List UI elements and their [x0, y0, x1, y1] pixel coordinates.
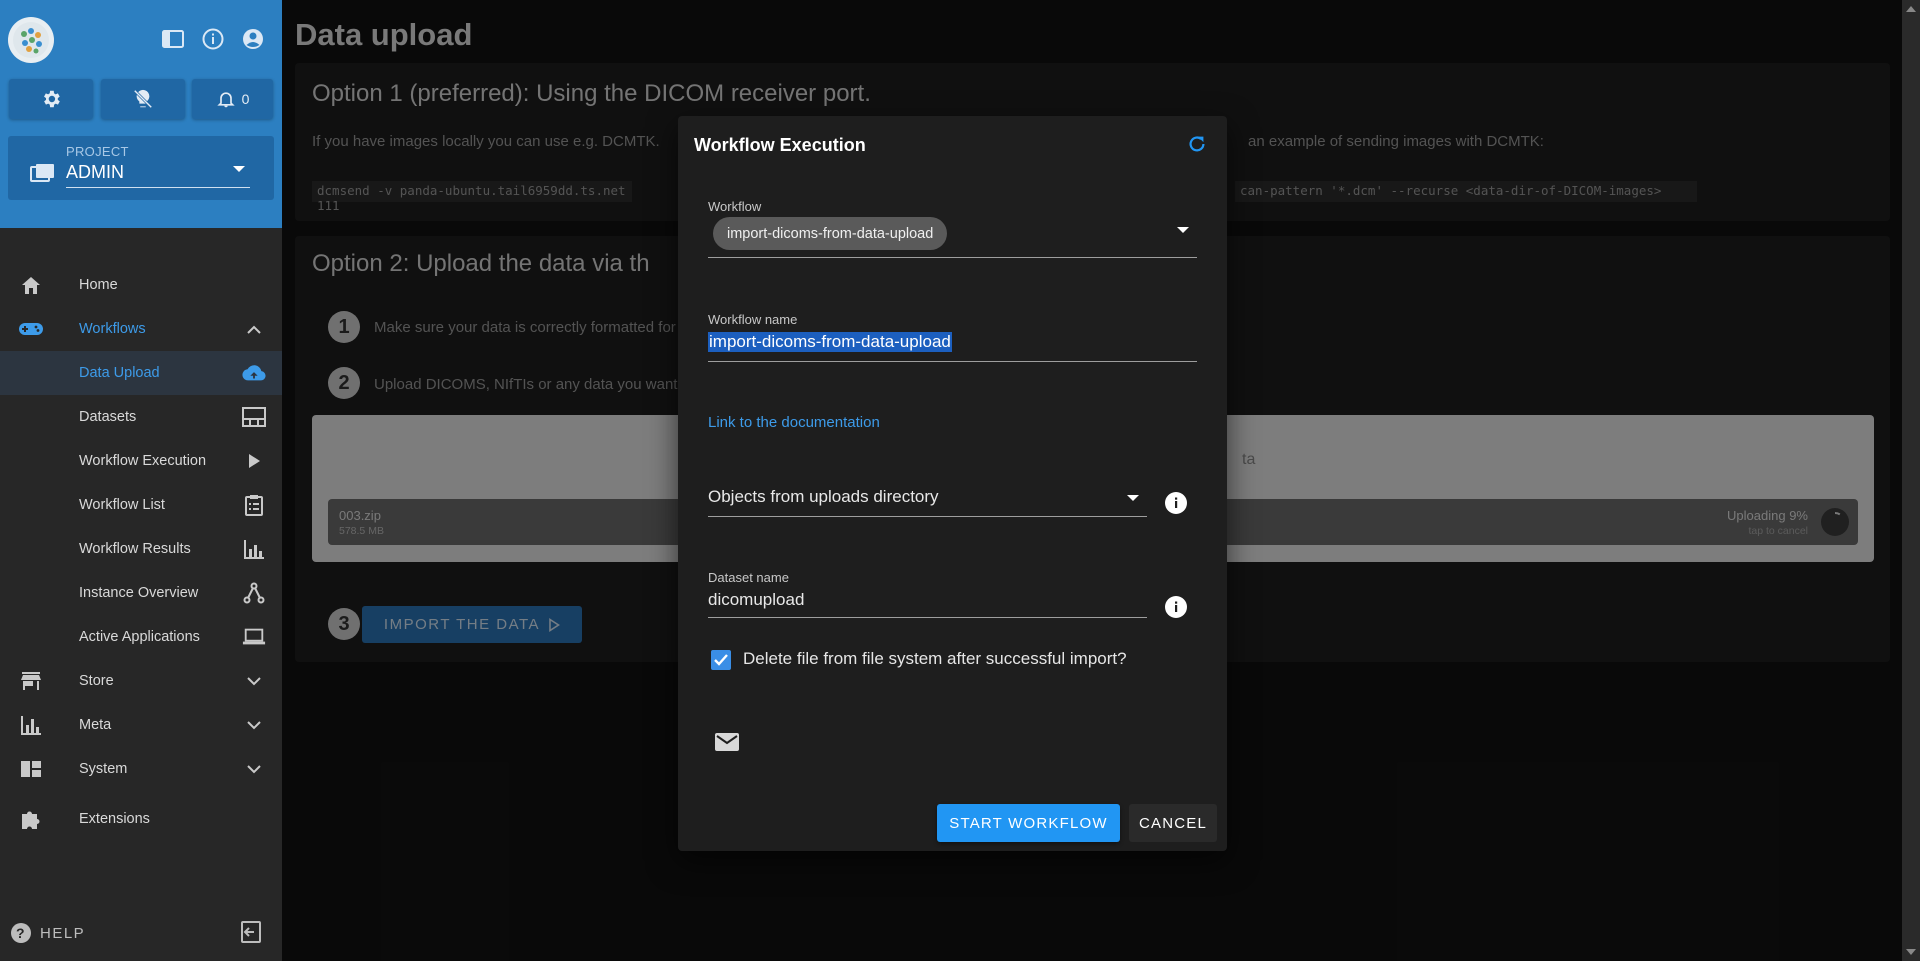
info-icon[interactable]: [1164, 595, 1188, 619]
checkmark-icon: [714, 654, 728, 666]
laptop-icon: [242, 626, 266, 648]
workflow-name-input[interactable]: import-dicoms-from-data-upload: [708, 332, 952, 352]
dialog-title: Workflow Execution: [694, 135, 866, 155]
chevron-up-icon: [242, 318, 266, 340]
app-logo[interactable]: [8, 17, 54, 63]
sidebar-item-extensions[interactable]: Extensions: [0, 797, 282, 841]
account-icon[interactable]: [240, 26, 266, 52]
workflow-name-label: Workflow name: [708, 312, 798, 327]
info-icon[interactable]: [1164, 491, 1188, 515]
sidebar-item-home[interactable]: Home: [0, 263, 282, 307]
sidebar-item-label: Workflows: [79, 321, 146, 337]
chevron-down-icon: [242, 714, 266, 736]
settings-button[interactable]: [9, 79, 93, 119]
scroll-up-arrow[interactable]: [1906, 6, 1916, 12]
workflow-select-underline: [708, 257, 1197, 258]
help-icon: ?: [11, 923, 31, 943]
sidebar-item-label: Instance Overview: [79, 585, 199, 601]
sidebar-item-label: System: [79, 761, 128, 777]
start-workflow-button[interactable]: START WORKFLOW: [937, 804, 1120, 842]
sidebar-item-label: Datasets: [79, 409, 137, 425]
sidebar-item-label: Active Applications: [79, 629, 200, 645]
refresh-icon[interactable]: [1186, 133, 1208, 160]
workflow-label: Workflow: [708, 199, 762, 214]
sidebar-nav: Home Workflows Data Upload Datasets Work…: [0, 263, 282, 841]
bell-icon: [216, 92, 235, 108]
cloud-upload-icon: [242, 362, 266, 384]
bar-chart-icon: [18, 714, 44, 736]
documentation-link[interactable]: Link to the documentation: [708, 414, 880, 431]
sidebar: 0 PROJECT ADMIN Home Workflows Data Uplo…: [0, 0, 282, 961]
delete-file-checkbox[interactable]: [711, 650, 731, 670]
chevron-down-icon: [233, 166, 245, 172]
sidebar-item-active-applications[interactable]: Active Applications: [0, 615, 282, 659]
sidebar-item-label: Store: [79, 673, 114, 689]
project-value: ADMIN: [66, 162, 124, 182]
scroll-down-arrow[interactable]: [1906, 949, 1916, 955]
chevron-down-icon[interactable]: [1177, 227, 1189, 233]
home-icon: [18, 274, 44, 296]
sidebar-item-label: Data Upload: [79, 365, 160, 381]
theme-toggle-button[interactable]: [101, 79, 185, 119]
sidebar-item-label: Workflow Results: [79, 541, 191, 557]
project-underline: [66, 187, 250, 188]
project-selector[interactable]: PROJECT ADMIN: [8, 136, 274, 200]
clipboard-list-icon: [242, 494, 266, 516]
help-label: HELP: [40, 924, 86, 942]
sidebar-item-meta[interactable]: Meta: [0, 703, 282, 747]
cancel-button[interactable]: CANCEL: [1129, 804, 1217, 842]
sidebar-item-label: Workflow Execution: [79, 453, 207, 469]
store-icon: [18, 670, 44, 692]
objects-select-underline: [708, 516, 1147, 517]
dataset-name-input[interactable]: dicomupload: [708, 590, 804, 610]
gamepad-icon: [18, 318, 44, 340]
notifications-button[interactable]: 0: [192, 79, 273, 119]
sidebar-item-datasets[interactable]: Datasets: [0, 395, 282, 439]
scrollbar[interactable]: [1902, 0, 1920, 961]
info-icon[interactable]: [200, 26, 226, 52]
email-icon[interactable]: [715, 733, 739, 756]
sidebar-item-store[interactable]: Store: [0, 659, 282, 703]
gear-icon: [44, 90, 60, 108]
workflow-name-underline: [708, 361, 1197, 362]
objects-select[interactable]: Objects from uploads directory: [708, 487, 939, 507]
sidebar-item-label: Workflow List: [79, 497, 165, 513]
lightbulb-off-icon: [133, 89, 153, 109]
chevron-down-icon: [242, 670, 266, 692]
bar-chart-icon: [242, 538, 266, 560]
sidebar-item-system[interactable]: System: [0, 747, 282, 791]
delete-file-label[interactable]: Delete file from file system after succe…: [743, 649, 1127, 669]
toggle-sidebar-icon[interactable]: [160, 26, 186, 52]
folders-icon: [30, 162, 56, 189]
logout-icon[interactable]: [240, 920, 264, 949]
dataset-name-underline: [708, 617, 1147, 618]
chevron-down-icon[interactable]: [1127, 495, 1139, 501]
puzzle-icon: [18, 808, 44, 830]
dataset-name-label: Dataset name: [708, 570, 789, 585]
network-icon: [242, 582, 266, 604]
table-icon: [242, 406, 266, 428]
dashboard-icon: [18, 758, 44, 780]
sidebar-item-data-upload[interactable]: Data Upload: [0, 351, 282, 395]
svg-text:?: ?: [16, 925, 26, 941]
sidebar-item-workflow-list[interactable]: Workflow List: [0, 483, 282, 527]
project-label: PROJECT: [66, 144, 129, 159]
sidebar-item-workflow-execution[interactable]: Workflow Execution: [0, 439, 282, 483]
chevron-down-icon: [242, 758, 266, 780]
help-button[interactable]: ? HELP: [10, 922, 85, 944]
sidebar-item-workflow-results[interactable]: Workflow Results: [0, 527, 282, 571]
sidebar-item-workflows[interactable]: Workflows: [0, 307, 282, 351]
sidebar-item-label: Extensions: [79, 811, 150, 827]
workflow-execution-dialog: Workflow Execution Workflow import-dicom…: [678, 116, 1227, 851]
sidebar-header: 0 PROJECT ADMIN: [0, 0, 282, 228]
play-icon: [242, 450, 266, 472]
sidebar-item-label: Home: [79, 277, 118, 293]
workflow-chip[interactable]: import-dicoms-from-data-upload: [713, 217, 948, 250]
sidebar-item-label: Meta: [79, 717, 112, 733]
sidebar-item-instance-overview[interactable]: Instance Overview: [0, 571, 282, 615]
notification-count: 0: [241, 91, 250, 107]
